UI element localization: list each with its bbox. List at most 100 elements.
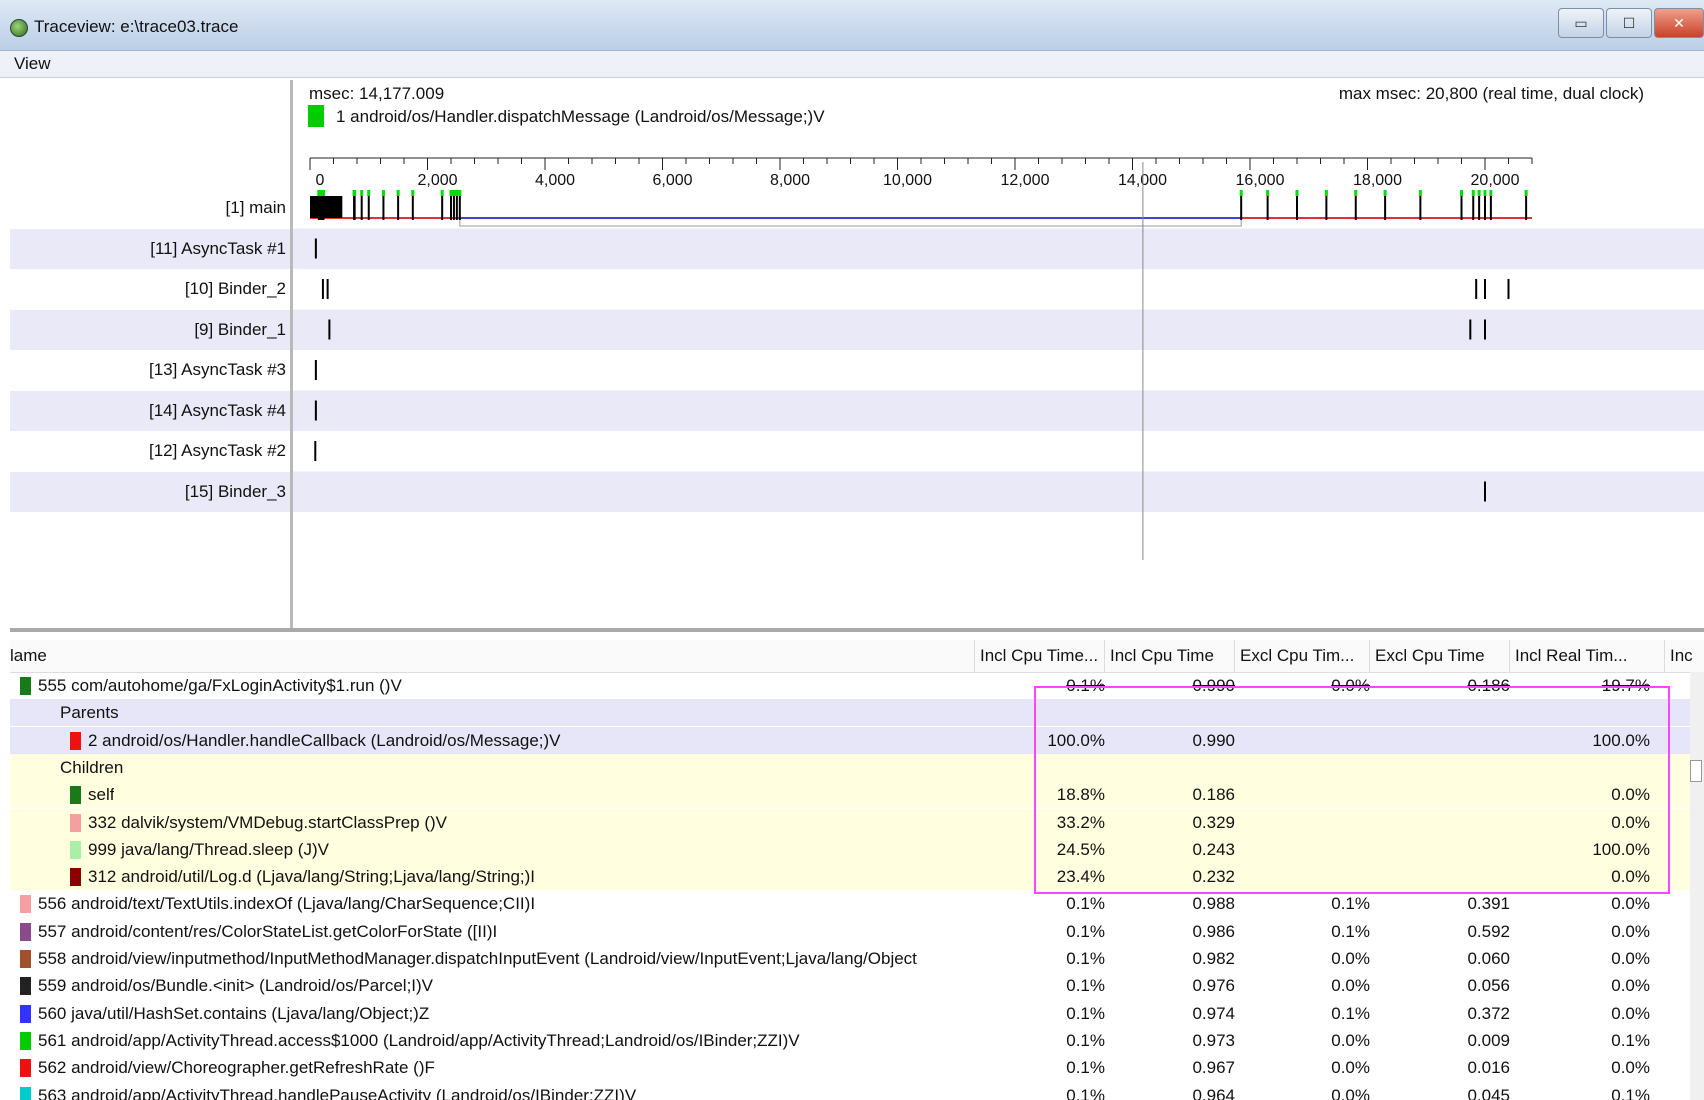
thread-label[interactable]: [11] AsyncTask #1 [10,228,290,269]
metric-cell: 0.0% [1331,1058,1370,1078]
method-name: self [88,785,115,805]
metric-cell: 0.1% [1611,1085,1650,1100]
column-separator[interactable] [1369,640,1370,672]
metric-cell: 0.1% [1066,1058,1105,1078]
table-row[interactable]: 560 java/util/HashSet.contains (Ljava/la… [10,1000,1704,1027]
menu-view[interactable]: View [14,54,51,74]
method-name: 560 java/util/HashSet.contains (Ljava/la… [38,1003,430,1023]
method-color-swatch [20,895,31,914]
thread-lane-background [293,228,1704,269]
metric-cell: 0.1% [1066,1003,1105,1023]
column-separator[interactable] [1234,640,1235,672]
method-name: 558 android/view/inputmethod/InputMethod… [38,949,917,968]
column-header[interactable]: lame [10,646,47,666]
vertical-scrollbar[interactable] [1690,672,1704,1100]
method-name: 555 com/autohome/ga/FxLoginActivity$1.ru… [38,676,402,695]
timeline-panel[interactable]: msec: 14,177.009 max msec: 20,800 (real … [293,80,1704,628]
method-name: 999 java/lang/Thread.sleep (J)V [88,839,329,859]
thread-labels-panel: [1] main [11] AsyncTask #1 [10] Binder_2 [9… [10,80,290,628]
metric-cell: 0.060 [1467,949,1510,968]
thread-label[interactable]: [15] Binder_3 [10,471,290,512]
metric-cell: 0.1% [1331,894,1370,914]
main-thread-busy-block [310,196,343,218]
column-separator[interactable] [1509,640,1510,672]
scrollbar-thumb[interactable] [1690,760,1702,782]
method-color-swatch [20,1059,31,1078]
metric-cell: 0.0% [1611,1058,1650,1078]
metric-cell: 0.1% [1066,921,1105,941]
metric-cell: 0.0% [1611,949,1650,968]
column-separator[interactable] [1104,640,1105,672]
column-separator[interactable] [974,640,975,672]
metric-cell: 0.1% [1066,1030,1105,1050]
horizontal-splitter[interactable] [10,628,1704,632]
main-thread-selection-bracket [459,220,1242,227]
metric-cell: 0.391 [1467,894,1510,914]
column-header[interactable]: Incl Real Tim... [1515,646,1627,666]
minimize-icon: ▭ [1574,14,1588,31]
column-header[interactable]: Incl Cpu Time [1110,646,1214,666]
metric-cell: 0.0% [1611,921,1650,941]
thread-label[interactable]: [12] AsyncTask #2 [10,431,290,472]
thread-label[interactable]: [14] AsyncTask #4 [10,390,290,431]
method-name: 563 android/app/ActivityThread.handlePau… [38,1085,637,1100]
metric-cell: 0.592 [1467,921,1510,941]
metric-cell: 0.0% [1611,1003,1650,1023]
table-row[interactable]: 558 android/view/inputmethod/InputMethod… [10,945,1704,972]
metric-cell: 0.009 [1467,1030,1510,1050]
thread-label[interactable]: [13] AsyncTask #3 [10,350,290,391]
close-button[interactable]: ✕ [1654,8,1704,38]
maximize-button[interactable]: ☐ [1606,8,1652,38]
metric-cell: 0.986 [1192,921,1235,941]
metric-cell: 0.976 [1192,976,1235,996]
metric-cell: 0.974 [1192,1003,1235,1023]
metric-cell: 0.964 [1192,1085,1235,1100]
minimize-button[interactable]: ▭ [1558,8,1604,38]
table-row[interactable]: 559 android/os/Bundle.<init> (Landroid/o… [10,972,1704,999]
table-row[interactable]: 562 android/view/Choreographer.getRefres… [10,1054,1704,1081]
metric-cell: 0.045 [1467,1085,1510,1100]
metric-cell: 0.1% [1611,1030,1650,1050]
column-separator[interactable] [1664,640,1665,672]
method-name: 561 android/app/ActivityThread.access$10… [38,1030,800,1050]
method-name: 562 android/view/Choreographer.getRefres… [38,1058,435,1078]
table-row[interactable]: 556 android/text/TextUtils.indexOf (Ljav… [10,890,1704,917]
metric-cell: 0.0% [1331,1030,1370,1050]
metric-cell: 0.1% [1066,976,1105,996]
method-color-swatch [20,977,31,996]
column-header[interactable]: Inc [1670,646,1693,666]
metric-cell: 0.988 [1192,894,1235,914]
thread-label[interactable]: [9] Binder_1 [10,309,290,350]
metric-cell: 0.973 [1192,1030,1235,1050]
thread-lane-background [293,471,1704,512]
method-color-swatch [20,950,31,968]
method-color-swatch [20,1004,31,1023]
thread-label[interactable]: [10] Binder_2 [10,269,290,310]
section-label: Children [60,757,124,777]
method-color-swatch [20,1086,31,1100]
method-color-swatch [70,731,81,750]
section-label: Parents [60,703,119,723]
method-name: 559 android/os/Bundle.<init> (Landroid/o… [38,976,434,996]
table-row[interactable]: 563 android/app/ActivityThread.handlePau… [10,1082,1704,1100]
metric-cell: 0.967 [1192,1058,1235,1078]
table-row[interactable]: 561 android/app/ActivityThread.access$10… [10,1027,1704,1054]
method-name: 556 android/text/TextUtils.indexOf (Ljav… [38,894,536,914]
table-row[interactable]: 557 android/content/res/ColorStateList.g… [10,918,1704,945]
column-header[interactable]: Excl Cpu Tim... [1240,646,1354,666]
method-color-swatch [70,813,81,832]
annotation-highlight-box [1034,686,1670,894]
method-name: 2 android/os/Handler.handleCallback (Lan… [88,730,561,750]
thread-lane-background [293,309,1704,350]
menu-bar: View [0,51,1704,78]
metric-cell: 0.0% [1331,1085,1370,1100]
window-title: Traceview: e:\trace03.trace [34,17,239,36]
thread-label[interactable]: [1] main [10,188,290,229]
column-header[interactable]: Excl Cpu Time [1375,646,1485,666]
title-bar: Traceview: e:\trace03.trace ▭ ☐ ✕ [0,0,1704,51]
metric-cell: 0.982 [1192,949,1235,968]
method-name: 332 dalvik/system/VMDebug.startClassPrep… [88,812,448,832]
column-header[interactable]: Incl Cpu Time... [980,646,1098,666]
method-name: 312 android/util/Log.d (Ljava/lang/Strin… [88,867,536,887]
method-color-swatch [70,840,81,859]
